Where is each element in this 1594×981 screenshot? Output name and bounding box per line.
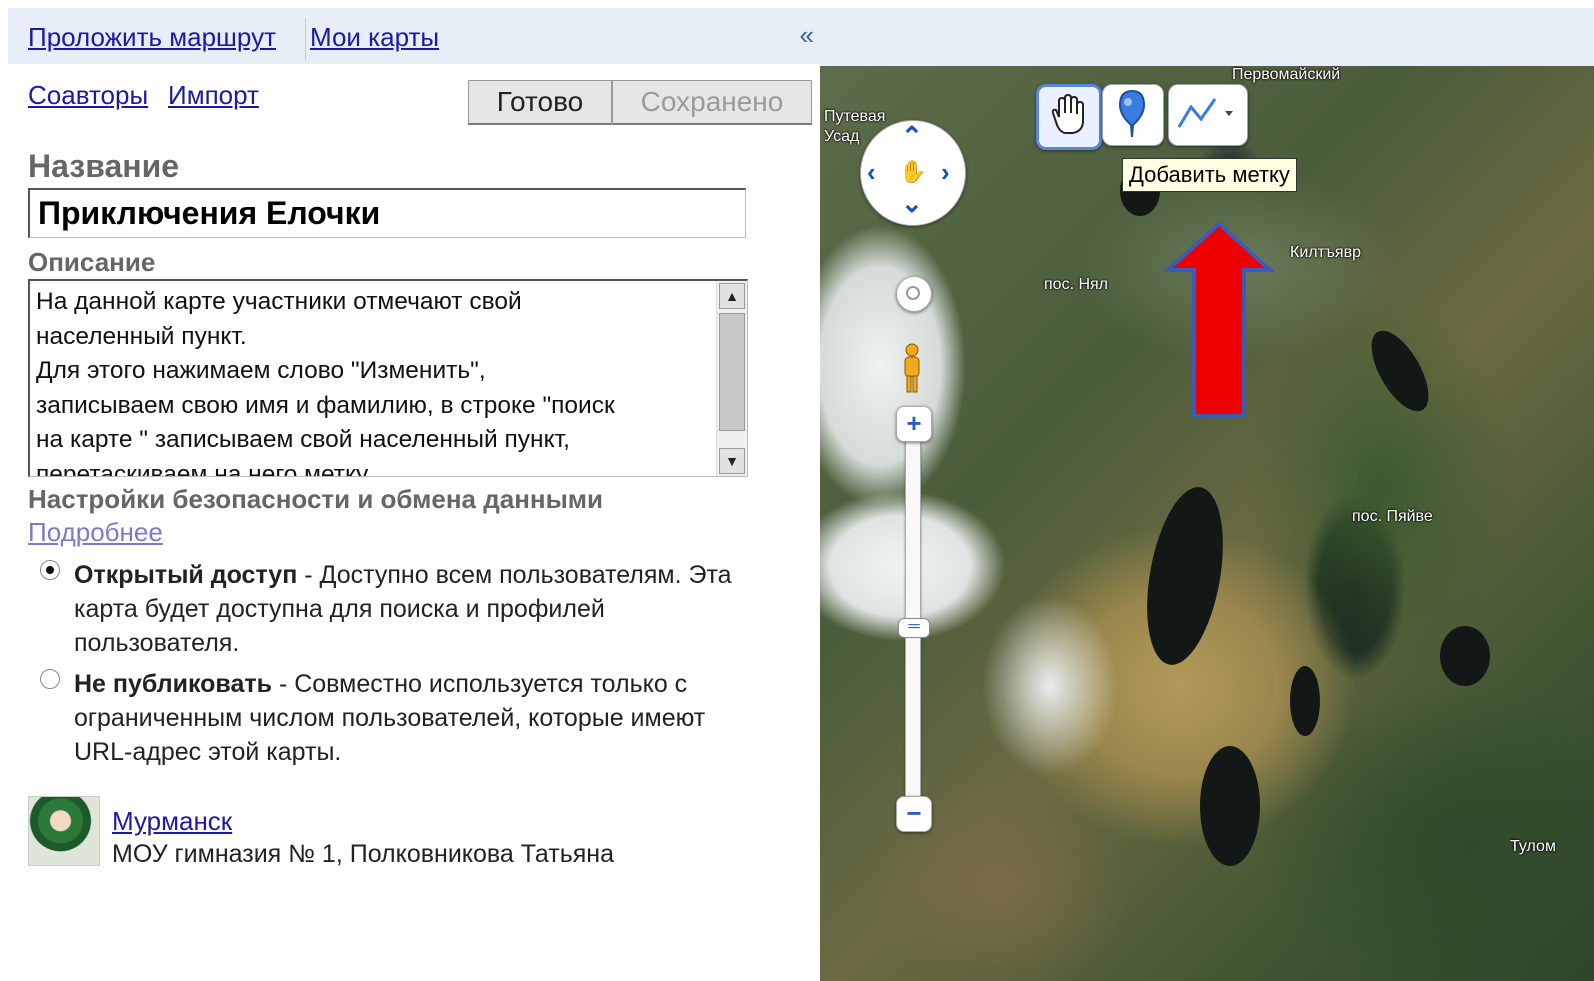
add-marker-tooltip: Добавить метку [1122, 158, 1297, 192]
pan-down-icon[interactable]: ⌃ [901, 187, 923, 217]
privacy-option-title: Открытый доступ [74, 561, 298, 589]
pan-left-icon[interactable]: ‹ [867, 159, 876, 185]
done-button[interactable]: Готово [468, 80, 612, 125]
left-panel: Проложить маршрут Мои карты « Соавторы И… [0, 0, 820, 981]
more-info-link[interactable]: Подробнее [28, 517, 163, 548]
pegman-icon[interactable] [900, 342, 924, 394]
marker-icon [1118, 89, 1146, 138]
map-label-tulom: Тулом [1510, 838, 1556, 855]
map-label-putevaya: Путевая [824, 108, 886, 125]
radio-selected-dot [46, 566, 54, 574]
hand-tool-button[interactable] [1036, 84, 1102, 150]
map-label-nyal: пос. Нял [1044, 276, 1109, 293]
privacy-label: Настройки безопасности и обмена данными [28, 484, 604, 514]
collapse-panel-icon[interactable]: « [800, 20, 814, 51]
top-bar: Проложить маршрут Мои карты « [8, 8, 820, 64]
description-scrollbar[interactable]: ▲ ▼ [716, 281, 747, 476]
zoom-out-button[interactable]: − [896, 796, 932, 832]
reset-view-button[interactable] [896, 276, 932, 312]
annotation-arrow-icon [1164, 221, 1274, 418]
import-link[interactable]: Импорт [168, 80, 259, 111]
pan-control[interactable]: ⌃ ⌃ ‹ › ✋ [860, 120, 966, 226]
draw-line-button[interactable] [1168, 84, 1248, 146]
scroll-up-icon[interactable]: ▲ [719, 283, 745, 309]
lake [1290, 666, 1320, 736]
zoom-slider-handle[interactable]: ═ [898, 618, 930, 638]
lake [1134, 481, 1236, 671]
lake [1200, 746, 1260, 866]
zoom-in-button[interactable]: + [896, 406, 932, 442]
scroll-down-icon[interactable]: ▼ [719, 448, 745, 474]
author-name: МОУ гимназия № 1, Полковникова Татьяна [112, 840, 615, 868]
pan-right-icon[interactable]: › [941, 159, 950, 185]
scroll-thumb[interactable] [719, 313, 745, 431]
radio-private[interactable] [40, 669, 60, 689]
coauthors-link[interactable]: Соавторы [28, 80, 148, 111]
pan-up-icon[interactable]: ⌃ [901, 123, 923, 149]
hand-icon [1051, 93, 1084, 134]
map-label-kiltyavr: Килтъявр [1290, 244, 1361, 261]
tab-divider [305, 18, 306, 60]
lake [1440, 626, 1490, 686]
radio-public[interactable] [40, 560, 60, 580]
description-label: Описание [28, 247, 156, 277]
title-label: Название [28, 148, 180, 184]
map-top-strip [820, 8, 1594, 66]
map-label-usad: Усад [824, 128, 860, 145]
line-tool-icon [1177, 98, 1233, 128]
map-label-pyaive: пос. Пяйве [1352, 508, 1433, 525]
map-title-input[interactable] [28, 188, 746, 238]
map-label-pervomaisky: Первомайский [1232, 66, 1341, 83]
privacy-option-title: Не публиковать [74, 670, 272, 698]
lake [1360, 322, 1440, 420]
saved-button[interactable]: Сохранено [612, 80, 812, 125]
city-link[interactable]: Мурманск [112, 806, 232, 837]
my-maps-link[interactable]: Мои карты [310, 22, 439, 53]
chevron-down-icon [1225, 111, 1233, 116]
add-marker-button[interactable] [1102, 84, 1164, 146]
description-text[interactable]: На данной карте участники отмечают свой … [36, 285, 716, 476]
hand-icon: ✋ [899, 159, 927, 184]
description-textarea[interactable]: На данной карте участники отмечают свой … [28, 279, 748, 477]
route-link[interactable]: Проложить маршрут [28, 22, 276, 53]
avatar[interactable] [28, 796, 100, 866]
